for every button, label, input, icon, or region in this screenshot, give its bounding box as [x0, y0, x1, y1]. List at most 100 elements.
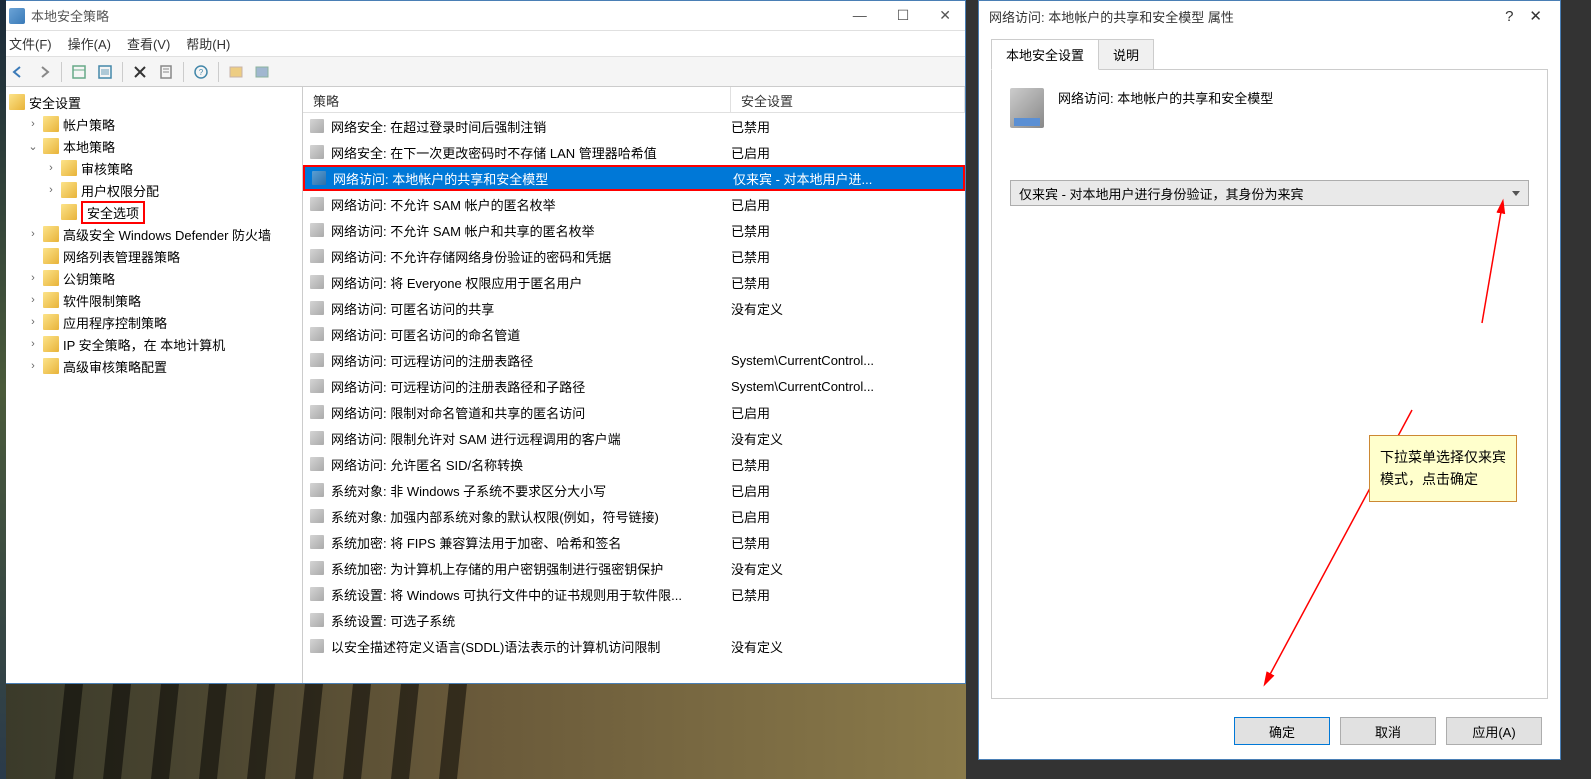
list-row[interactable]: 网络安全: 在下一次更改密码时不存储 LAN 管理器哈希值已启用: [303, 139, 965, 165]
tree-root-item[interactable]: 安全设置: [1, 91, 302, 113]
list-row[interactable]: 系统加密: 为计算机上存储的用户密钥强制进行强密钥保护没有定义: [303, 555, 965, 581]
server-icon: [1010, 88, 1044, 128]
window-title: 本地安全策略: [31, 6, 847, 25]
tree-item[interactable]: ›帐户策略: [1, 113, 302, 135]
policy-cell: 网络访问: 不允许存储网络身份验证的密码和凭据: [331, 247, 731, 266]
tree-toggle-icon[interactable]: ›: [27, 316, 39, 328]
column-setting[interactable]: 安全设置: [731, 87, 965, 112]
folder-icon: [43, 138, 59, 154]
tree-panel[interactable]: 安全设置 ›帐户策略⌄本地策略›审核策略›用户权限分配安全选项›高级安全 Win…: [1, 87, 303, 683]
setting-cell: 已禁用: [731, 273, 965, 292]
policy-icon: [307, 430, 327, 446]
help-button[interactable]: ?: [190, 61, 212, 83]
tree-toggle-icon[interactable]: ›: [27, 272, 39, 284]
list-row[interactable]: 网络访问: 不允许 SAM 帐户和共享的匿名枚举已禁用: [303, 217, 965, 243]
tree-item[interactable]: ›软件限制策略: [1, 289, 302, 311]
list-row[interactable]: 系统设置: 将 Windows 可执行文件中的证书规则用于软件限...已禁用: [303, 581, 965, 607]
tree-item[interactable]: ›审核策略: [1, 157, 302, 179]
list-row[interactable]: 网络访问: 限制允许对 SAM 进行远程调用的客户端没有定义: [303, 425, 965, 451]
minimize-button[interactable]: —: [847, 5, 873, 26]
tab-local-security[interactable]: 本地安全设置: [991, 39, 1099, 70]
tree-toggle-icon[interactable]: ⌄: [27, 140, 39, 152]
folder-icon: [43, 116, 59, 132]
tree-toggle-icon[interactable]: ›: [27, 360, 39, 372]
list-row[interactable]: 以安全描述符定义语言(SDDL)语法表示的计算机访问限制没有定义: [303, 633, 965, 659]
security-mode-dropdown[interactable]: 仅来宾 - 对本地用户进行身份验证，其身份为来宾: [1010, 180, 1529, 206]
tool-1[interactable]: [68, 61, 90, 83]
tree-item[interactable]: ⌄本地策略: [1, 135, 302, 157]
forward-button[interactable]: [33, 61, 55, 83]
list-row[interactable]: 网络访问: 限制对命名管道和共享的匿名访问已启用: [303, 399, 965, 425]
tree-item[interactable]: ›高级审核策略配置: [1, 355, 302, 377]
list-row[interactable]: 网络访问: 允许匿名 SID/名称转换已禁用: [303, 451, 965, 477]
tree-toggle-icon[interactable]: ›: [27, 228, 39, 240]
policy-icon: [307, 144, 327, 160]
tree-item[interactable]: ›应用程序控制策略: [1, 311, 302, 333]
menu-view[interactable]: 查看(V): [127, 34, 170, 53]
tool-4[interactable]: [251, 61, 273, 83]
policy-cell: 系统对象: 非 Windows 子系统不要求区分大小写: [331, 481, 731, 500]
properties-window: 网络访问: 本地帐户的共享和安全模型 属性 ? ✕ 本地安全设置 说明 网络访问…: [978, 0, 1561, 760]
list-row[interactable]: 网络访问: 将 Everyone 权限应用于匿名用户已禁用: [303, 269, 965, 295]
list-row[interactable]: 系统对象: 加强内部系统对象的默认权限(例如，符号链接)已启用: [303, 503, 965, 529]
tree-toggle-icon[interactable]: ›: [27, 338, 39, 350]
title-bar: 本地安全策略 — ☐ ✕: [1, 1, 965, 31]
back-button[interactable]: [7, 61, 29, 83]
tree-label: 公钥策略: [63, 269, 115, 288]
delete-button[interactable]: [129, 61, 151, 83]
tab-explain[interactable]: 说明: [1098, 39, 1154, 70]
tree-item[interactable]: ›用户权限分配: [1, 179, 302, 201]
apply-button[interactable]: 应用(A): [1446, 717, 1542, 745]
menu-bar: 文件(F) 操作(A) 查看(V) 帮助(H): [1, 31, 965, 57]
tree-item[interactable]: 安全选项: [1, 201, 302, 223]
list-row[interactable]: 网络访问: 不允许 SAM 帐户的匿名枚举已启用: [303, 191, 965, 217]
decorative-strip: [0, 0, 6, 779]
tree-toggle-icon[interactable]: [27, 250, 39, 262]
tree-toggle-icon[interactable]: ›: [27, 294, 39, 306]
tree-label: IP 安全策略，在 本地计算机: [63, 335, 225, 354]
list-row[interactable]: 网络访问: 可匿名访问的共享没有定义: [303, 295, 965, 321]
setting-cell: 已启用: [731, 507, 965, 526]
tree-toggle-icon[interactable]: ›: [27, 118, 39, 130]
tree-item[interactable]: 网络列表管理器策略: [1, 245, 302, 267]
ok-button[interactable]: 确定: [1234, 717, 1330, 745]
list-body[interactable]: 网络安全: 在超过登录时间后强制注销已禁用网络安全: 在下一次更改密码时不存储 …: [303, 113, 965, 683]
list-row[interactable]: 网络访问: 不允许存储网络身份验证的密码和凭据已禁用: [303, 243, 965, 269]
list-row[interactable]: 系统加密: 将 FIPS 兼容算法用于加密、哈希和签名已禁用: [303, 529, 965, 555]
props-title: 网络访问: 本地帐户的共享和安全模型 属性: [989, 7, 1497, 26]
policy-icon: [307, 118, 327, 134]
help-icon[interactable]: ?: [1497, 6, 1521, 27]
properties-button[interactable]: [155, 61, 177, 83]
list-row[interactable]: 网络访问: 可远程访问的注册表路径System\CurrentControl..…: [303, 347, 965, 373]
list-row[interactable]: 网络访问: 可匿名访问的命名管道: [303, 321, 965, 347]
policy-cell: 网络访问: 不允许 SAM 帐户的匿名枚举: [331, 195, 731, 214]
list-row[interactable]: 系统对象: 非 Windows 子系统不要求区分大小写已启用: [303, 477, 965, 503]
list-row[interactable]: 系统设置: 可选子系统: [303, 607, 965, 633]
maximize-button[interactable]: ☐: [891, 5, 916, 26]
close-button[interactable]: ✕: [933, 5, 957, 26]
setting-cell: 没有定义: [731, 637, 965, 656]
tree-item[interactable]: › IP 安全策略，在 本地计算机: [1, 333, 302, 355]
annotation-tooltip: 下拉菜单选择仅来宾模式，点击确定: [1369, 435, 1517, 502]
cancel-button[interactable]: 取消: [1340, 717, 1436, 745]
setting-cell: System\CurrentControl...: [731, 353, 965, 368]
tree-item[interactable]: › 公钥策略: [1, 267, 302, 289]
close-icon[interactable]: ✕: [1521, 5, 1550, 27]
tree-toggle-icon[interactable]: ›: [45, 162, 57, 174]
tree-item[interactable]: ›高级安全 Windows Defender 防火墙: [1, 223, 302, 245]
tool-3[interactable]: [225, 61, 247, 83]
app-icon: [9, 8, 25, 24]
menu-action[interactable]: 操作(A): [68, 34, 111, 53]
menu-help[interactable]: 帮助(H): [186, 34, 230, 53]
policy-cell: 网络访问: 可远程访问的注册表路径和子路径: [331, 377, 731, 396]
policy-cell: 系统加密: 将 FIPS 兼容算法用于加密、哈希和签名: [331, 533, 731, 552]
tree-toggle-icon[interactable]: ›: [45, 184, 57, 196]
list-row[interactable]: 网络访问: 可远程访问的注册表路径和子路径System\CurrentContr…: [303, 373, 965, 399]
policy-cell: 网络访问: 可远程访问的注册表路径: [331, 351, 731, 370]
list-row[interactable]: 网络访问: 本地帐户的共享和安全模型仅来宾 - 对本地用户进...: [303, 165, 965, 191]
tree-toggle-icon[interactable]: [45, 206, 57, 218]
tool-2[interactable]: [94, 61, 116, 83]
menu-file[interactable]: 文件(F): [9, 34, 52, 53]
list-row[interactable]: 网络安全: 在超过登录时间后强制注销已禁用: [303, 113, 965, 139]
column-policy[interactable]: 策略: [303, 87, 731, 112]
